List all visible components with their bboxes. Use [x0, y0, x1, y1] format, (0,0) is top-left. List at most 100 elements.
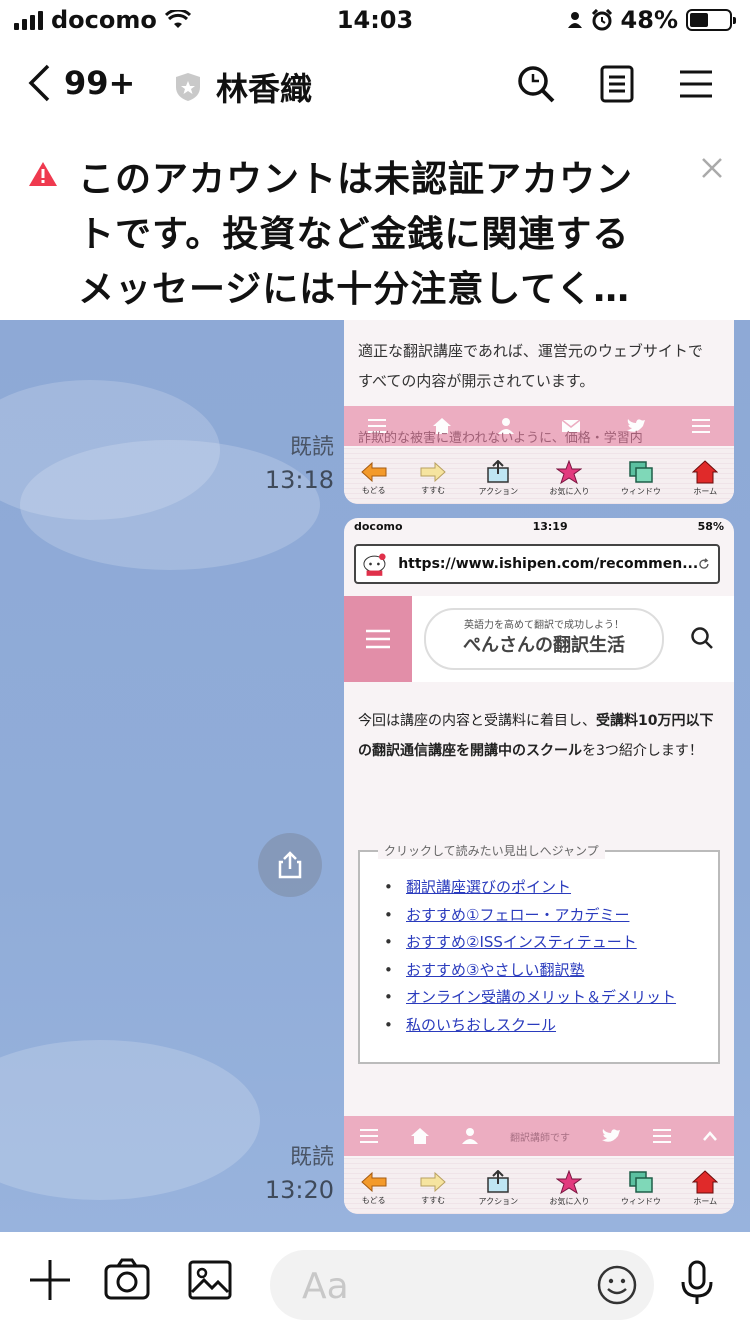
browser-toolbar: もどる すすむ アクション お気に入り ウィンドウ ホーム	[344, 1158, 734, 1214]
menu-icon	[366, 629, 390, 649]
arrow-left-icon	[360, 1171, 387, 1192]
toolbar-window: ウィンドウ	[621, 460, 661, 497]
toc-link: おすすめ②ISSインスティテュート	[384, 929, 676, 957]
toc-title: クリックして読みたい見出しへジャンプ	[378, 842, 605, 859]
microphone-icon[interactable]	[680, 1260, 714, 1306]
plus-icon[interactable]	[28, 1258, 72, 1302]
toolbar-forward: すすむ	[419, 1171, 447, 1206]
screenshot-status-bar: docomo 13:19 58%	[344, 518, 734, 538]
message-input-bar: Aa	[0, 1232, 750, 1334]
toolbar-favorite: お気に入り	[549, 459, 590, 497]
toolbar-back: もどる	[360, 461, 388, 496]
toolbar-window: ウィンドウ	[621, 1170, 661, 1207]
list-icon	[652, 1129, 671, 1143]
toolbar-label: もどる	[361, 485, 386, 495]
browser-toolbar: もどる すすむ アクション お気に入り ウィンドウ ホーム	[344, 448, 734, 504]
window-icon	[629, 1170, 653, 1193]
read-receipt: 既読 13:18	[250, 432, 334, 496]
image-message[interactable]: 適正な翻訳講座であれば、運営元のウェブサイトで すべての内容が開示されています。…	[344, 320, 734, 504]
star-icon	[556, 1169, 583, 1194]
toc-link: おすすめ③やさしい翻訳塾	[384, 957, 676, 985]
person-icon	[462, 1128, 479, 1144]
share-icon	[278, 851, 302, 879]
chat-area[interactable]: 既読 13:18 適正な翻訳講座であれば、運営元のウェブサイトで すべての内容が…	[0, 320, 750, 1232]
message-input[interactable]: Aa	[270, 1250, 654, 1320]
toolbar-label: すすむ	[421, 485, 446, 495]
close-icon[interactable]	[700, 156, 724, 180]
message-time: 13:18	[264, 466, 334, 494]
toc-link: おすすめ①フェロー・アカデミー	[384, 902, 676, 930]
toolbar-label: お気に入り	[549, 486, 590, 496]
battery-icon	[686, 9, 736, 31]
read-label: 既読	[289, 435, 334, 460]
image-message[interactable]: docomo 13:19 58% https://www.ishipen.com…	[344, 518, 734, 1214]
intro-text: 今回は講座の内容と受講料に着目し、	[358, 713, 596, 729]
toolbar-back: もどる	[360, 1171, 388, 1206]
arrow-right-icon	[420, 461, 446, 482]
home-icon	[692, 459, 719, 483]
camera-icon[interactable]	[104, 1258, 150, 1302]
intro-text: を3つ紹介します！	[582, 743, 703, 759]
alarm-icon	[591, 9, 612, 31]
chevron-up-icon	[703, 1131, 718, 1141]
footer-text: 翻訳講師です	[509, 1132, 570, 1144]
share-button[interactable]	[258, 833, 322, 897]
twitter-icon	[601, 1129, 620, 1142]
emoji-icon[interactable]	[596, 1264, 638, 1306]
menu-icon[interactable]	[678, 68, 714, 100]
site-header: 英語力を高めて翻訳で成功しよう！ ぺんさんの翻訳生活	[344, 596, 734, 682]
person-icon	[567, 12, 582, 28]
site-nav-bar: 翻訳講師です	[344, 1116, 734, 1156]
screenshot-battery: 58%	[697, 520, 724, 533]
url-text: https://www.ishipen.com/recommen...	[398, 556, 699, 572]
notes-icon[interactable]	[600, 65, 634, 103]
toolbar-home: ホーム	[692, 1169, 719, 1207]
site-subtitle: 英語力を高めて翻訳で成功しよう！	[464, 620, 624, 631]
site-menu-button	[344, 596, 412, 682]
warning-icon	[29, 162, 57, 186]
image-icon[interactable]	[188, 1258, 232, 1302]
share-icon	[487, 1169, 510, 1193]
toolbar-label: ウィンドウ	[620, 486, 661, 496]
article-text: 適正な翻訳講座であれば、運営元のウェブサイトで	[358, 342, 703, 360]
toolbar-forward: すすむ	[419, 461, 447, 496]
toolbar-action: アクション	[478, 459, 519, 497]
menu-icon	[360, 1129, 379, 1143]
share-icon	[487, 459, 510, 483]
room-name: 林香織	[216, 70, 313, 108]
toc-link: 私のいちおしスクール	[384, 1012, 676, 1040]
chevron-left-icon	[28, 64, 50, 102]
site-logo: 英語力を高めて翻訳で成功しよう！ ぺんさんの翻訳生活	[424, 608, 664, 670]
back-button[interactable]: 99+	[28, 64, 135, 102]
screenshot-carrier: docomo	[354, 520, 403, 533]
home-icon	[411, 1128, 430, 1144]
arrow-left-icon	[360, 461, 387, 482]
toolbar-label: アクション	[478, 486, 519, 496]
arrow-right-icon	[420, 1171, 446, 1192]
search-icon	[691, 627, 713, 649]
room-title[interactable]: 林香織	[174, 64, 312, 110]
read-receipt: 既読 13:20	[250, 1142, 334, 1206]
site-title: ぺんさんの翻訳生活	[463, 635, 625, 656]
reload-icon	[699, 558, 709, 569]
window-icon	[629, 460, 653, 483]
search-icon[interactable]	[516, 64, 556, 104]
background-cloud	[0, 1040, 260, 1200]
toc-link: 翻訳講座選びのポイント	[384, 874, 676, 902]
toolbar-label: アクション	[478, 1196, 519, 1206]
toolbar-label: もどる	[361, 1195, 386, 1205]
warning-text: このアカウントは未認証アカウントです。投資など金銭に関連するメッセージには十分注…	[78, 159, 634, 310]
article-text: すべての内容が開示されています。	[358, 372, 595, 390]
unverified-shield-icon	[176, 73, 200, 101]
list-icon	[692, 419, 711, 433]
toc-link: オンライン受講のメリット＆デメリット	[384, 984, 676, 1012]
chat-header: 99+ 林香織	[0, 40, 750, 130]
toolbar-home: ホーム	[692, 459, 719, 497]
toolbar-label: お気に入り	[549, 1196, 590, 1206]
home-icon	[692, 1169, 719, 1193]
url-bar: https://www.ishipen.com/recommen...	[354, 544, 720, 584]
status-right: 48%	[567, 6, 736, 34]
toolbar-label: ウィンドウ	[620, 1196, 661, 1206]
unverified-warning: このアカウントは未認証アカウントです。投資など金銭に関連するメッセージには十分注…	[0, 130, 750, 320]
star-icon	[556, 459, 583, 484]
